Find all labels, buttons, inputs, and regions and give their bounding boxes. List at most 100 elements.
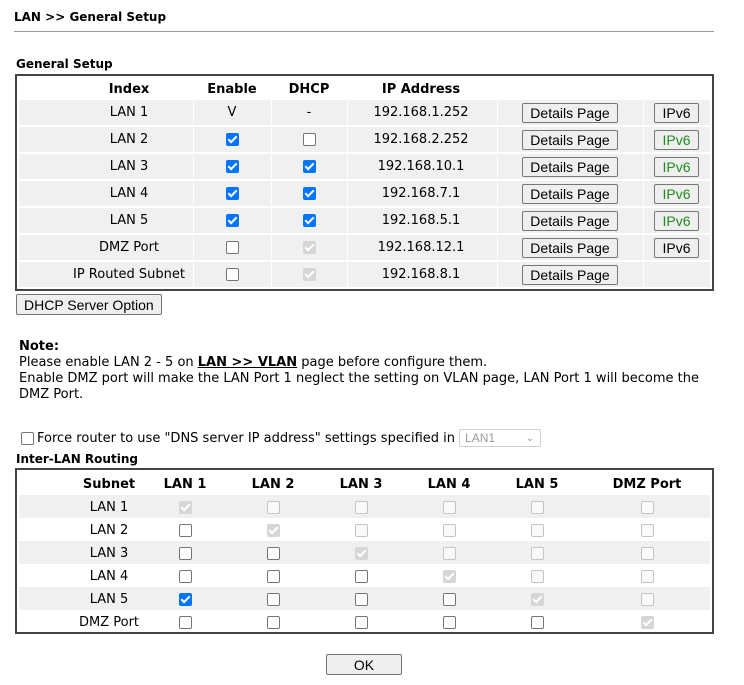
- inter-lan-checkbox[interactable]: [266, 593, 280, 606]
- details-page-button[interactable]: Details Page: [522, 237, 618, 258]
- inter-lan-checkbox[interactable]: [178, 593, 192, 606]
- enable-checkbox[interactable]: [225, 241, 239, 254]
- inter-lan-checkbox[interactable]: [354, 593, 368, 606]
- ok-button[interactable]: OK: [326, 654, 402, 675]
- enable-checkbox[interactable]: [225, 133, 239, 146]
- inter-lan-checkbox[interactable]: [266, 547, 280, 560]
- cell-ipv6: IPv6: [643, 235, 710, 260]
- inter-lan-cell: [341, 495, 381, 520]
- details-page-button[interactable]: Details Page: [522, 129, 618, 150]
- ipv6-button[interactable]: IPv6: [654, 156, 699, 177]
- inter-lan-header: Subnet LAN 1 LAN 2 LAN 3 LAN 4 LAN 5 DMZ Port: [19, 472, 710, 495]
- inter-lan-row: LAN 1: [19, 495, 710, 518]
- inter-lan-subnet-label: LAN 1: [89, 500, 129, 515]
- inter-lan-checkbox: [640, 616, 654, 629]
- inter-lan-checkbox: [354, 501, 368, 514]
- inter-lan-checkbox[interactable]: [266, 616, 280, 629]
- inter-lan-subnet-label: DMZ Port: [78, 615, 140, 630]
- dhcp-checkbox[interactable]: [302, 214, 316, 227]
- inter-lan-subnet-label: LAN 2: [89, 523, 129, 538]
- ipv6-button[interactable]: IPv6: [654, 237, 699, 258]
- col-ip-address: IP Address: [381, 82, 461, 97]
- general-setup-row: DMZ Port 192.168.12.1 Details Page IPv6: [19, 235, 710, 260]
- cell-dhcp: [271, 262, 347, 287]
- inter-lan-checkbox[interactable]: [266, 570, 280, 583]
- ipv6-button[interactable]: IPv6: [654, 102, 699, 123]
- details-page-button[interactable]: Details Page: [522, 264, 618, 285]
- inter-lan-checkbox[interactable]: [178, 570, 192, 583]
- enable-checkbox[interactable]: [225, 268, 239, 281]
- lan-vlan-link[interactable]: LAN >> VLAN: [198, 355, 297, 370]
- inter-lan-checkbox: [266, 524, 280, 537]
- inter-lan-cell: [627, 610, 667, 635]
- cell-ipv6: IPv6: [643, 154, 710, 179]
- dhcp-checkbox[interactable]: [302, 187, 316, 200]
- note-line-2: Enable DMZ port will make the LAN Port 1…: [19, 371, 700, 402]
- details-page-button[interactable]: Details Page: [522, 210, 618, 231]
- inter-lan-cell: [253, 518, 293, 543]
- inter-lan-cell: [627, 587, 667, 612]
- cell-enable: V: [193, 100, 271, 125]
- inter-lan-cell: [253, 541, 293, 566]
- details-page-button[interactable]: Details Page: [522, 183, 618, 204]
- dns-lan-select[interactable]: LAN1 ⌄: [459, 429, 542, 447]
- inter-lan-cell: [341, 610, 381, 635]
- inter-lan-checkbox[interactable]: [442, 616, 456, 629]
- dhcp-checkbox[interactable]: [302, 133, 316, 146]
- details-page-button[interactable]: Details Page: [522, 156, 618, 177]
- dhcp-server-option-button[interactable]: DHCP Server Option: [16, 294, 162, 315]
- general-setup-row: IP Routed Subnet 192.168.8.1 Details Page: [19, 262, 710, 287]
- dns-lan-select-value: LAN1: [465, 431, 496, 445]
- inter-lan-checkbox: [530, 570, 544, 583]
- inter-lan-checkbox[interactable]: [530, 616, 544, 629]
- general-setup-row: LAN 4 192.168.7.1 Details Page IPv6: [19, 181, 710, 206]
- inter-lan-checkbox[interactable]: [354, 570, 368, 583]
- row-index-label: LAN 2: [109, 132, 149, 147]
- cell-enable: [193, 127, 271, 152]
- general-setup-row: LAN 1 V - 192.168.1.252 Details Page IPv6: [19, 100, 710, 125]
- col-index: Index: [108, 82, 150, 97]
- inter-lan-cell: [429, 587, 469, 612]
- enable-checkbox[interactable]: [225, 160, 239, 173]
- cell-ipv6: IPv6: [643, 208, 710, 233]
- inter-lan-checkbox: [354, 547, 368, 560]
- ipv6-button[interactable]: IPv6: [654, 210, 699, 231]
- enable-checkbox[interactable]: [225, 187, 239, 200]
- inter-lan-checkbox: [640, 570, 654, 583]
- inter-lan-checkbox[interactable]: [178, 524, 192, 537]
- cell-enable: [193, 208, 271, 233]
- dns-force-checkbox[interactable]: [21, 431, 34, 445]
- inter-lan-checkbox[interactable]: [178, 547, 192, 560]
- enable-value: V: [227, 105, 237, 120]
- inter-lan-checkbox[interactable]: [354, 616, 368, 629]
- note-line-1-suffix: page before configure them.: [297, 355, 488, 370]
- ipv6-button[interactable]: IPv6: [654, 129, 699, 150]
- inter-lan-cell: [253, 587, 293, 612]
- general-setup-table: Index Enable DHCP IP Address LAN 1 V - 192.…: [15, 74, 714, 291]
- inter-lan-row: LAN 2: [19, 518, 710, 541]
- inter-lan-cell: [165, 541, 205, 566]
- cell-index: LAN 3: [65, 154, 193, 179]
- chevron-down-icon: ⌄: [525, 432, 535, 444]
- inter-lan-checkbox: [640, 501, 654, 514]
- dhcp-checkbox[interactable]: [302, 160, 316, 173]
- general-setup-row: LAN 2 192.168.2.252 Details Page IPv6: [19, 127, 710, 152]
- inter-lan-cell: [517, 610, 557, 635]
- general-setup-header: Index Enable DHCP IP Address: [17, 80, 712, 100]
- cell-details: Details Page: [497, 181, 643, 206]
- ipv6-button[interactable]: IPv6: [654, 183, 699, 204]
- inter-lan-checkbox[interactable]: [442, 593, 456, 606]
- inter-lan-col-header: LAN 2: [251, 477, 295, 492]
- enable-checkbox[interactable]: [225, 214, 239, 227]
- dhcp-checkbox: [302, 241, 316, 254]
- cell-details: Details Page: [497, 262, 643, 287]
- inter-lan-cell: [253, 610, 293, 635]
- inter-lan-cell: [429, 610, 469, 635]
- cell-ip: 192.168.8.1: [347, 262, 495, 287]
- inter-lan-checkbox[interactable]: [178, 616, 192, 629]
- col-dhcp: DHCP: [288, 82, 330, 97]
- dhcp-checkbox: [302, 268, 316, 281]
- inter-lan-col-header: LAN 4: [427, 477, 471, 492]
- details-page-button[interactable]: Details Page: [522, 102, 618, 123]
- inter-lan-cell: [165, 610, 205, 635]
